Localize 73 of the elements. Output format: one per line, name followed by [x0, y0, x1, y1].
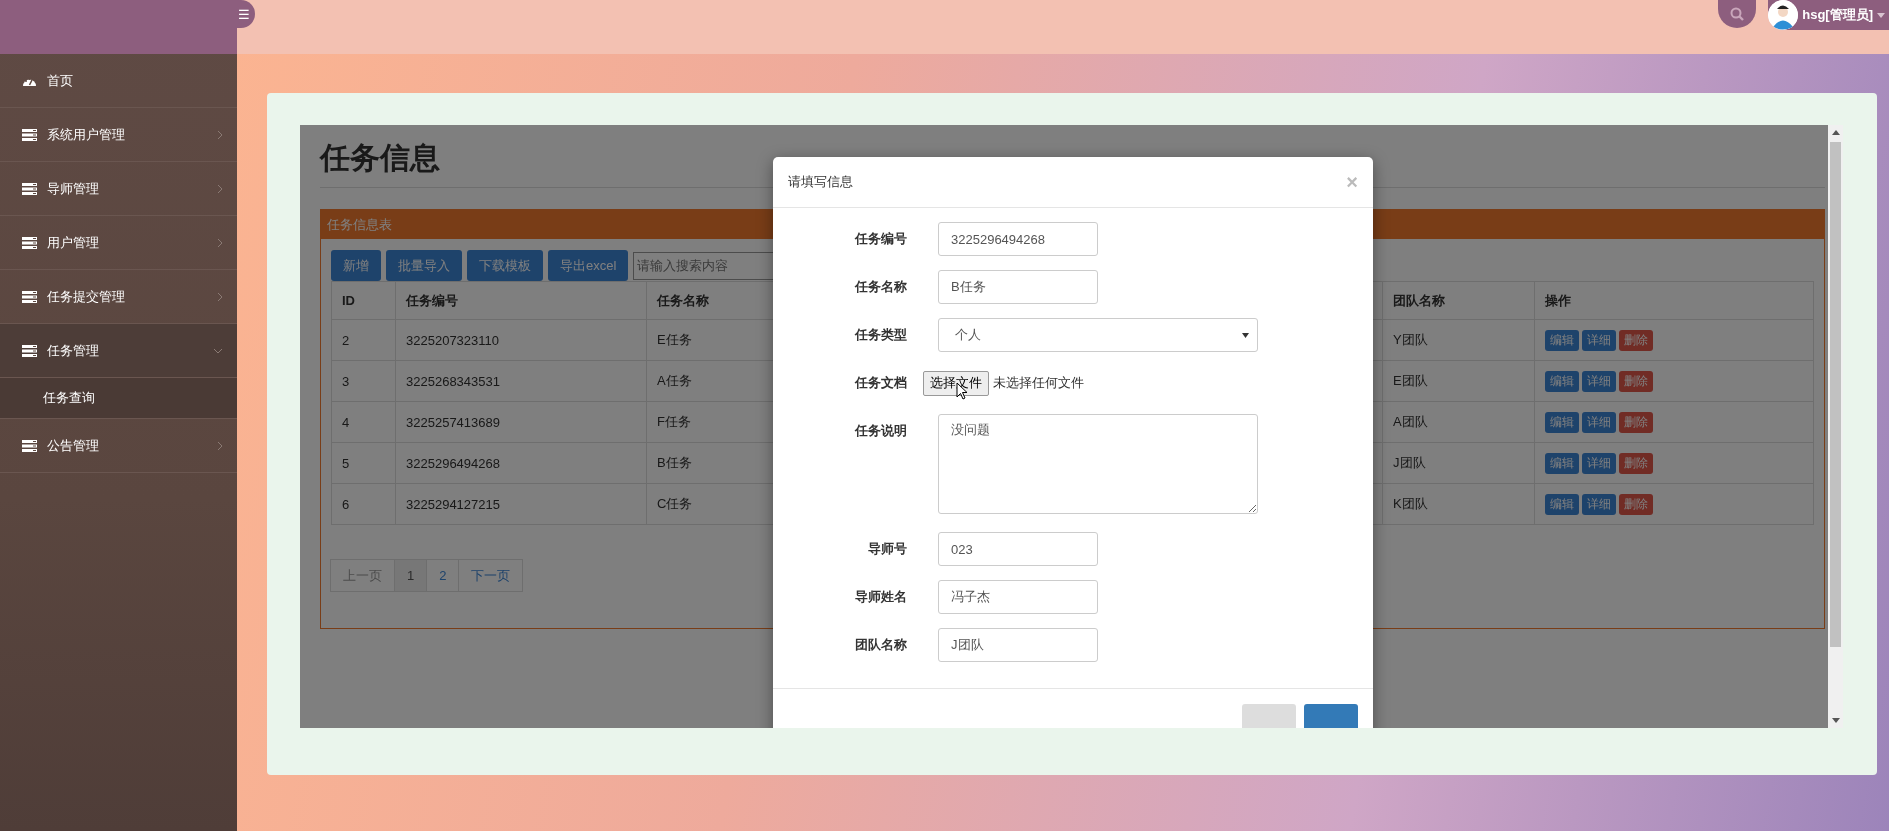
table-cell: 3 — [331, 360, 396, 402]
input-field[interactable]: 冯子杰 — [938, 580, 1098, 614]
action-button[interactable]: 删除 — [1619, 493, 1653, 515]
action-button[interactable]: 删除 — [1619, 329, 1653, 351]
action-button[interactable]: 详细 — [1582, 493, 1616, 515]
table-cell: 5 — [331, 442, 396, 484]
server-icon — [22, 128, 37, 141]
action-button[interactable]: 详细 — [1582, 411, 1616, 433]
menu-toggle-button[interactable]: ☰ — [237, 0, 255, 28]
caret-icon — [1877, 12, 1885, 18]
save-button[interactable] — [1304, 704, 1358, 728]
server-icon — [22, 236, 37, 249]
toolbar-button[interactable]: 批量导入 — [386, 250, 462, 281]
table-cell: E团队 — [1382, 360, 1535, 402]
column-header: ID — [331, 281, 396, 320]
column-header: 操作 — [1534, 281, 1814, 320]
page-link[interactable]: 2 — [426, 559, 460, 592]
action-button[interactable]: 编辑 — [1545, 370, 1579, 392]
toolbar-button[interactable]: 新增 — [331, 250, 381, 281]
input-field[interactable]: B任务 — [938, 270, 1098, 304]
table-cell: 3225257413689 — [395, 401, 647, 443]
action-button[interactable]: 删除 — [1619, 370, 1653, 392]
page-title: 任务信息 — [320, 140, 441, 176]
sidebar-subitem[interactable]: 任务查询 — [0, 378, 237, 419]
file-status: 未选择任何文件 — [993, 374, 1084, 392]
user-menu[interactable]: hsg[管理员] — [1768, 0, 1889, 30]
select-field[interactable]: 个人 — [938, 318, 1258, 352]
action-button[interactable]: 删除 — [1619, 411, 1653, 433]
action-button[interactable]: 详细 — [1582, 452, 1616, 474]
input-field[interactable]: 023 — [938, 532, 1098, 566]
toolbar-button[interactable]: 导出excel — [548, 250, 629, 281]
toolbar-button[interactable]: 下载模板 — [467, 250, 543, 281]
action-button[interactable]: 编辑 — [1545, 329, 1579, 351]
table-cell: A团队 — [1382, 401, 1535, 443]
table-cell: 3225296494268 — [395, 442, 647, 484]
field-label: 导师姓名 — [854, 588, 907, 606]
column-header: 任务编号 — [395, 281, 647, 320]
table-cell: K团队 — [1382, 483, 1535, 525]
dialog-title: 请填写信息 — [788, 173, 854, 191]
table-cell: 4 — [331, 401, 396, 443]
scrollbar[interactable] — [1828, 125, 1843, 728]
input-field[interactable]: 3225296494268 — [938, 222, 1098, 256]
action-button[interactable]: 详细 — [1582, 329, 1616, 351]
user-name: hsg[管理员] — [1802, 6, 1873, 24]
table-cell: 3225294127215 — [395, 483, 647, 525]
table-cell: Y团队 — [1382, 319, 1535, 361]
field-label: 团队名称 — [854, 636, 907, 654]
action-button[interactable]: 编辑 — [1545, 452, 1579, 474]
dropdown-caret-icon — [1242, 332, 1249, 338]
textarea-field[interactable]: 没问题 — [938, 414, 1258, 514]
action-button[interactable]: 详细 — [1582, 370, 1616, 392]
server-icon — [22, 439, 37, 452]
search-button[interactable] — [1718, 0, 1757, 28]
close-button[interactable]: × — [1346, 170, 1358, 194]
input-field[interactable]: J团队 — [938, 628, 1098, 662]
server-icon — [22, 182, 37, 195]
field-label: 导师号 — [867, 540, 907, 558]
action-button[interactable]: 编辑 — [1545, 411, 1579, 433]
server-icon — [22, 344, 37, 357]
server-icon — [22, 290, 37, 303]
table-cell: 3225268343531 — [395, 360, 647, 402]
page-link[interactable]: 1 — [394, 559, 428, 592]
table-cell: 3225207323110 — [395, 319, 647, 361]
column-header: 团队名称 — [1382, 281, 1535, 320]
cancel-button[interactable] — [1242, 704, 1296, 728]
search-icon — [1730, 7, 1745, 21]
table-cell: 6 — [331, 483, 396, 525]
action-button[interactable]: 编辑 — [1545, 493, 1579, 515]
table-cell: J团队 — [1382, 442, 1535, 484]
action-button[interactable]: 删除 — [1619, 452, 1653, 474]
avatar-icon — [1768, 0, 1799, 30]
table-cell: 2 — [331, 319, 396, 361]
sidebar-item[interactable]: 任务管理 — [0, 324, 237, 378]
